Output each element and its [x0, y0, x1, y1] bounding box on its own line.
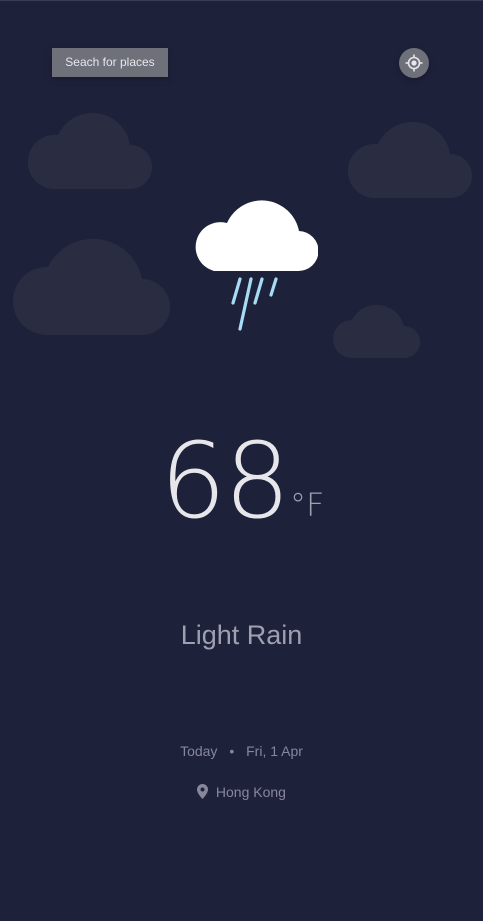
rain-drop [269, 277, 278, 297]
date-separator: • [229, 743, 235, 759]
temperature-unit: °F [290, 486, 325, 524]
light-rain-icon [195, 200, 318, 331]
rain-drop [231, 277, 242, 305]
rain-drop [238, 277, 253, 331]
gps-crosshair-icon [405, 54, 423, 72]
day-label: Today [180, 743, 218, 759]
rain-cloud-shape [195, 200, 318, 272]
bg-cloud-top-left [27, 112, 152, 189]
temperature-display: 68 °F [0, 421, 483, 541]
temperature-value: 68 [160, 420, 290, 542]
today-weather-panel: Seach for places 68 °F Light Rain Today … [0, 0, 483, 921]
location-name: Hong Kong [215, 784, 286, 800]
search-places-button[interactable]: Seach for places [52, 48, 168, 77]
rain-drop [253, 277, 264, 305]
date-text: Fri, 1 Apr [246, 743, 303, 759]
bg-cloud-middle-right [333, 304, 420, 358]
location-row: Hong Kong [0, 783, 483, 801]
bg-cloud-middle-left [12, 238, 171, 335]
map-pin-icon [197, 784, 209, 799]
weather-condition: Light Rain [180, 620, 303, 650]
bg-cloud-top-right [347, 121, 472, 198]
locate-me-button[interactable] [399, 48, 429, 78]
date-row: Today • Fri, 1 Apr [0, 742, 483, 760]
